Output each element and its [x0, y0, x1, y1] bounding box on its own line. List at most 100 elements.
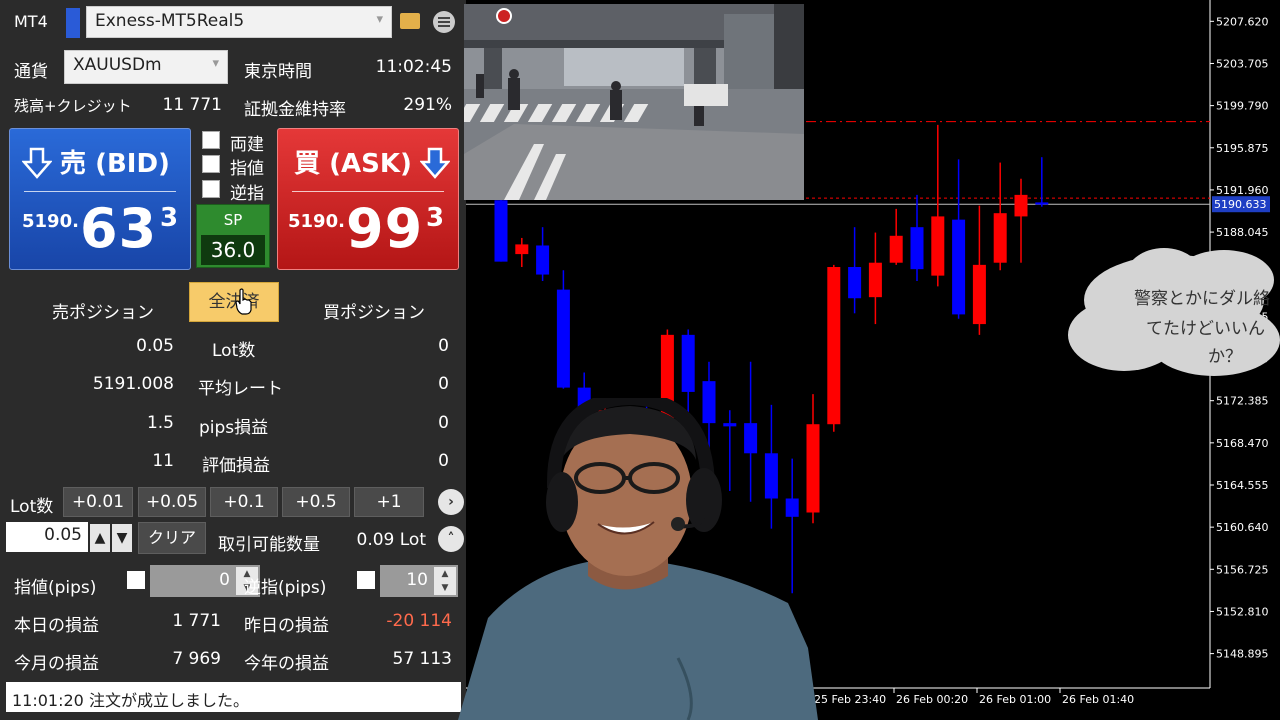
sell-price-main: 63	[80, 197, 158, 260]
buy-price-sup: 3	[426, 203, 445, 233]
hedge-checkbox[interactable]	[202, 131, 220, 149]
sell-price-sup: 3	[160, 203, 179, 233]
lot-step-button[interactable]: +0.5	[282, 487, 350, 517]
today-pnl-label: 本日の損益	[14, 616, 99, 636]
lot-down-button[interactable]: ▼	[112, 524, 132, 552]
margin-label: 証拠金維持率	[244, 100, 346, 120]
y-tick-label: 5164.555	[1216, 479, 1269, 492]
y-tick-label: 5207.620	[1216, 15, 1269, 28]
tokyo-time-label: 東京時間	[244, 62, 312, 82]
x-tick-label: 26 Feb 00:20	[896, 693, 968, 706]
candle-body	[1035, 202, 1049, 205]
candle-body	[889, 235, 903, 263]
app-label: MT4	[14, 12, 48, 31]
x-tick-label: 26 Feb 01:40	[1062, 693, 1134, 706]
sell-lot-value: 0.05	[136, 336, 174, 356]
y-tick-label: 5172.385	[1216, 395, 1269, 408]
spin-down-icon[interactable]: ▼	[434, 581, 456, 595]
sell-title: 売 (BID)	[60, 149, 170, 179]
comment-cloud: 警察とかにダル絡 てたけどいいん か？	[1064, 240, 1280, 380]
y-tick-label: 5152.810	[1216, 605, 1269, 618]
chevron-down-icon: ▾	[212, 56, 219, 71]
clear-button[interactable]: クリア	[138, 522, 206, 554]
streamer-webcam-image	[458, 398, 818, 720]
today-pnl-value: 1 771	[172, 611, 221, 631]
sell-position-label: 売ポジション	[52, 303, 154, 323]
candle-body	[494, 200, 508, 262]
account-select[interactable]: Exness-MT5Real5 ▾	[86, 6, 392, 38]
candle-body	[910, 227, 924, 270]
chevron-down-icon: ▾	[376, 12, 383, 27]
divider	[24, 191, 176, 192]
y-tick-label: 5160.640	[1216, 521, 1269, 534]
sell-price-prefix: 5190.	[22, 211, 79, 232]
lot-label: Lot数	[10, 497, 54, 517]
month-pnl-value: 7 969	[172, 649, 221, 669]
account-color-indicator	[66, 8, 80, 38]
lot-step-button[interactable]: +0.01	[63, 487, 133, 517]
candle-body	[993, 213, 1007, 263]
spread-box: SP 36.0	[196, 204, 270, 268]
candle-body	[868, 262, 882, 298]
sell-button[interactable]: 売 (BID) 5190. 63 3	[9, 128, 191, 270]
stop-pips-checkbox[interactable]	[357, 571, 375, 589]
stop-checkbox[interactable]	[202, 180, 220, 198]
balance-value: 11 771	[162, 95, 222, 115]
stop-pips-label: 逆指(pips)	[244, 578, 327, 598]
year-pnl-value: 57 113	[392, 649, 452, 669]
stop-pips-stepper[interactable]: 10 ▲ ▼	[380, 565, 458, 597]
divider	[292, 191, 444, 192]
candle	[827, 264, 841, 432]
limit-pips-checkbox[interactable]	[127, 571, 145, 589]
candle-body	[536, 245, 550, 275]
buy-button[interactable]: 買 (ASK) 5190. 99 3	[277, 128, 459, 270]
lot-step-button[interactable]: +1	[354, 487, 424, 517]
position-row-label: 評価損益	[202, 456, 270, 476]
status-message: 11:01:20 注文が成立しました。	[6, 682, 461, 712]
lot-up-button[interactable]: ▲	[90, 524, 110, 552]
x-tick-label: 25 Feb 23:40	[814, 693, 886, 706]
tradable-qty-label: 取引可能数量	[218, 535, 320, 555]
candle-body	[931, 216, 945, 276]
buy-price-main: 99	[346, 197, 424, 260]
lot-step-button[interactable]: +0.05	[138, 487, 206, 517]
account-select-value: Exness-MT5Real5	[95, 11, 245, 31]
symbol-select[interactable]: XAUUSDm ▾	[64, 50, 228, 84]
buy-pips-value: 0	[438, 413, 449, 433]
arrow-down-icon	[420, 147, 450, 179]
trading-panel: MT4 Exness-MT5Real5 ▾ 通貨 XAUUSDm ▾ 東京時間 …	[0, 0, 466, 720]
candle-body	[681, 334, 695, 392]
limit-checkbox[interactable]	[202, 155, 220, 173]
y-tick-label: 5191.960	[1216, 184, 1269, 197]
spin-up-icon[interactable]: ▲	[434, 567, 456, 581]
candle-body	[556, 289, 570, 388]
limit-pips-value: 0	[219, 570, 230, 590]
buy-price-prefix: 5190.	[288, 211, 345, 232]
lot-step-button[interactable]: +0.1	[210, 487, 278, 517]
lot-input[interactable]: 0.05	[6, 522, 88, 552]
candle-body	[1014, 194, 1028, 217]
position-row-label: pips損益	[199, 418, 269, 438]
currency-label: 通貨	[14, 62, 48, 82]
month-pnl-label: 今月の損益	[14, 654, 99, 674]
cloud-line: 警察とかにダル絡	[1134, 289, 1270, 309]
position-row-label: 平均レート	[198, 379, 283, 399]
tradable-qty-value: 0.09 Lot	[356, 530, 427, 550]
buy-position-label: 買ポジション	[323, 303, 425, 323]
candle	[494, 189, 508, 262]
cloud-shape	[1068, 248, 1280, 376]
current-price-label: 5190.633	[1214, 198, 1267, 211]
y-tick-label: 5188.045	[1216, 226, 1269, 239]
spread-value: 36.0	[201, 235, 265, 265]
street-scene-image	[464, 4, 804, 200]
cloud-line: か？	[1208, 347, 1242, 367]
folder-icon[interactable]	[400, 13, 420, 29]
y-tick-label: 5203.705	[1216, 57, 1269, 70]
limit-pips-label: 指値(pips)	[14, 578, 97, 598]
buy-unrealized-value: 0	[438, 451, 449, 471]
menu-icon[interactable]	[433, 11, 455, 33]
buy-avg-rate-value: 0	[438, 374, 449, 394]
candle-body	[827, 267, 841, 425]
yesterday-pnl-label: 昨日の損益	[244, 616, 329, 636]
buy-lot-value: 0	[438, 336, 449, 356]
